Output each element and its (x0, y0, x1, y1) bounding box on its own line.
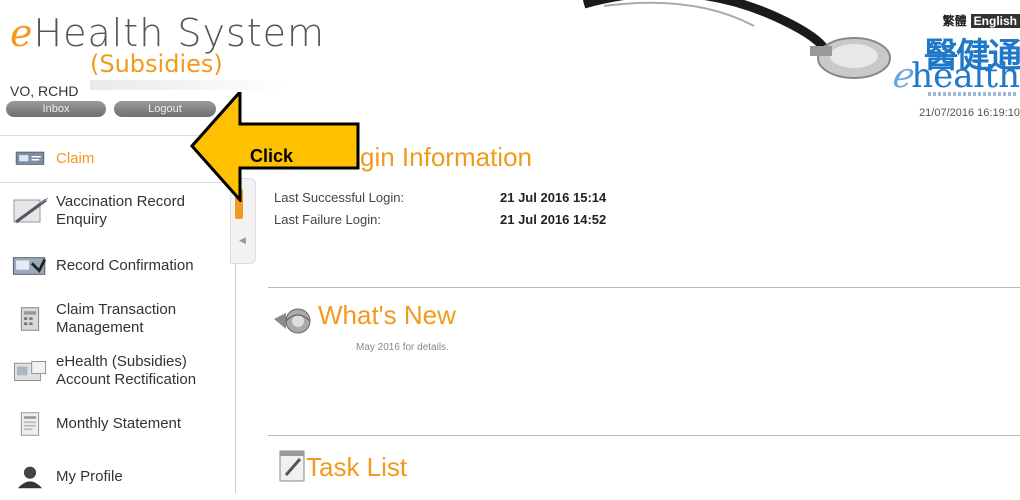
syringe-icon (13, 197, 49, 224)
logo-e-glyph: ℯ (10, 11, 34, 55)
account-rectification-icon (13, 361, 47, 381)
section-divider (268, 435, 1020, 436)
chevron-left-icon: ◀ (239, 235, 246, 245)
task-list-icon (279, 450, 305, 482)
current-datetime: 21/07/2016 16:19:10 (919, 107, 1020, 119)
logo-subtitle: (Subsidies) (90, 50, 223, 78)
sidebar-item-label: Record Confirmation (56, 257, 194, 274)
brand-e-glyph: ℯ (891, 56, 912, 96)
login-information-title: gin Information (360, 142, 532, 172)
profile-icon (17, 466, 43, 489)
statement-icon (20, 412, 40, 436)
language-switcher: 繁體 English (943, 12, 1020, 29)
sidebar-item-label: My Profile (56, 468, 123, 485)
claim-icon (15, 151, 45, 165)
logo-reflection (90, 80, 290, 90)
sidebar-item-label: Monthly Statement (56, 415, 182, 432)
lang-zh-link[interactable]: 繁體 (943, 14, 967, 28)
user-name: VO, RCHD (10, 83, 79, 99)
logo-main-text: Health System (33, 11, 326, 55)
click-callout-text: Click (250, 146, 294, 166)
lang-en-link[interactable]: English (970, 14, 1020, 28)
section-divider (268, 287, 1020, 288)
news-globe-icon (274, 308, 311, 334)
last-failure-login-label: Last Failure Login: (274, 212, 381, 227)
record-confirm-icon (12, 257, 47, 275)
sidebar-item-label: Claim (56, 150, 95, 167)
stethoscope-icon (582, 0, 891, 79)
sidebar-item-label: Claim Transaction Management (56, 301, 177, 336)
task-list-title: Task List (306, 452, 408, 482)
whats-new-title: What's New (318, 300, 456, 330)
sidebar-item-account-rectification[interactable]: eHealth (Subsidies) Account Rectificatio… (0, 348, 236, 394)
last-failure-login-value: 21 Jul 2016 14:52 (500, 212, 607, 227)
app-logo: ℯHealth System (Subsidies) (10, 14, 325, 90)
sidebar-item-monthly-statement[interactable]: Monthly Statement (0, 401, 236, 447)
whats-new-snippet: May 2016 for details. (356, 342, 449, 353)
sidebar-item-claim-transaction-management[interactable]: Claim Transaction Management (0, 296, 236, 342)
header-banner: 繁體 English 醫健通 ℯhealth 21/07/2016 16:19:1… (560, 0, 1020, 130)
brand-tagline (928, 92, 1018, 96)
brand-english-text: health (911, 56, 1020, 96)
sidebar-item-my-profile[interactable]: My Profile (0, 454, 236, 500)
brand-english: ℯhealth (891, 56, 1020, 96)
inbox-button[interactable]: Inbox (6, 101, 106, 117)
logo-title: ℯHealth System (10, 14, 325, 52)
transaction-icon (20, 307, 40, 331)
sidebar-item-label: eHealth (Subsidies) Account Rectificatio… (56, 353, 197, 388)
last-failure-login-row: Last Failure Login: 21 Jul 2016 14:52 (274, 212, 606, 227)
last-successful-login-value: 21 Jul 2016 15:14 (500, 190, 607, 205)
sidebar-item-record-confirmation[interactable]: Record Confirmation (0, 243, 236, 289)
